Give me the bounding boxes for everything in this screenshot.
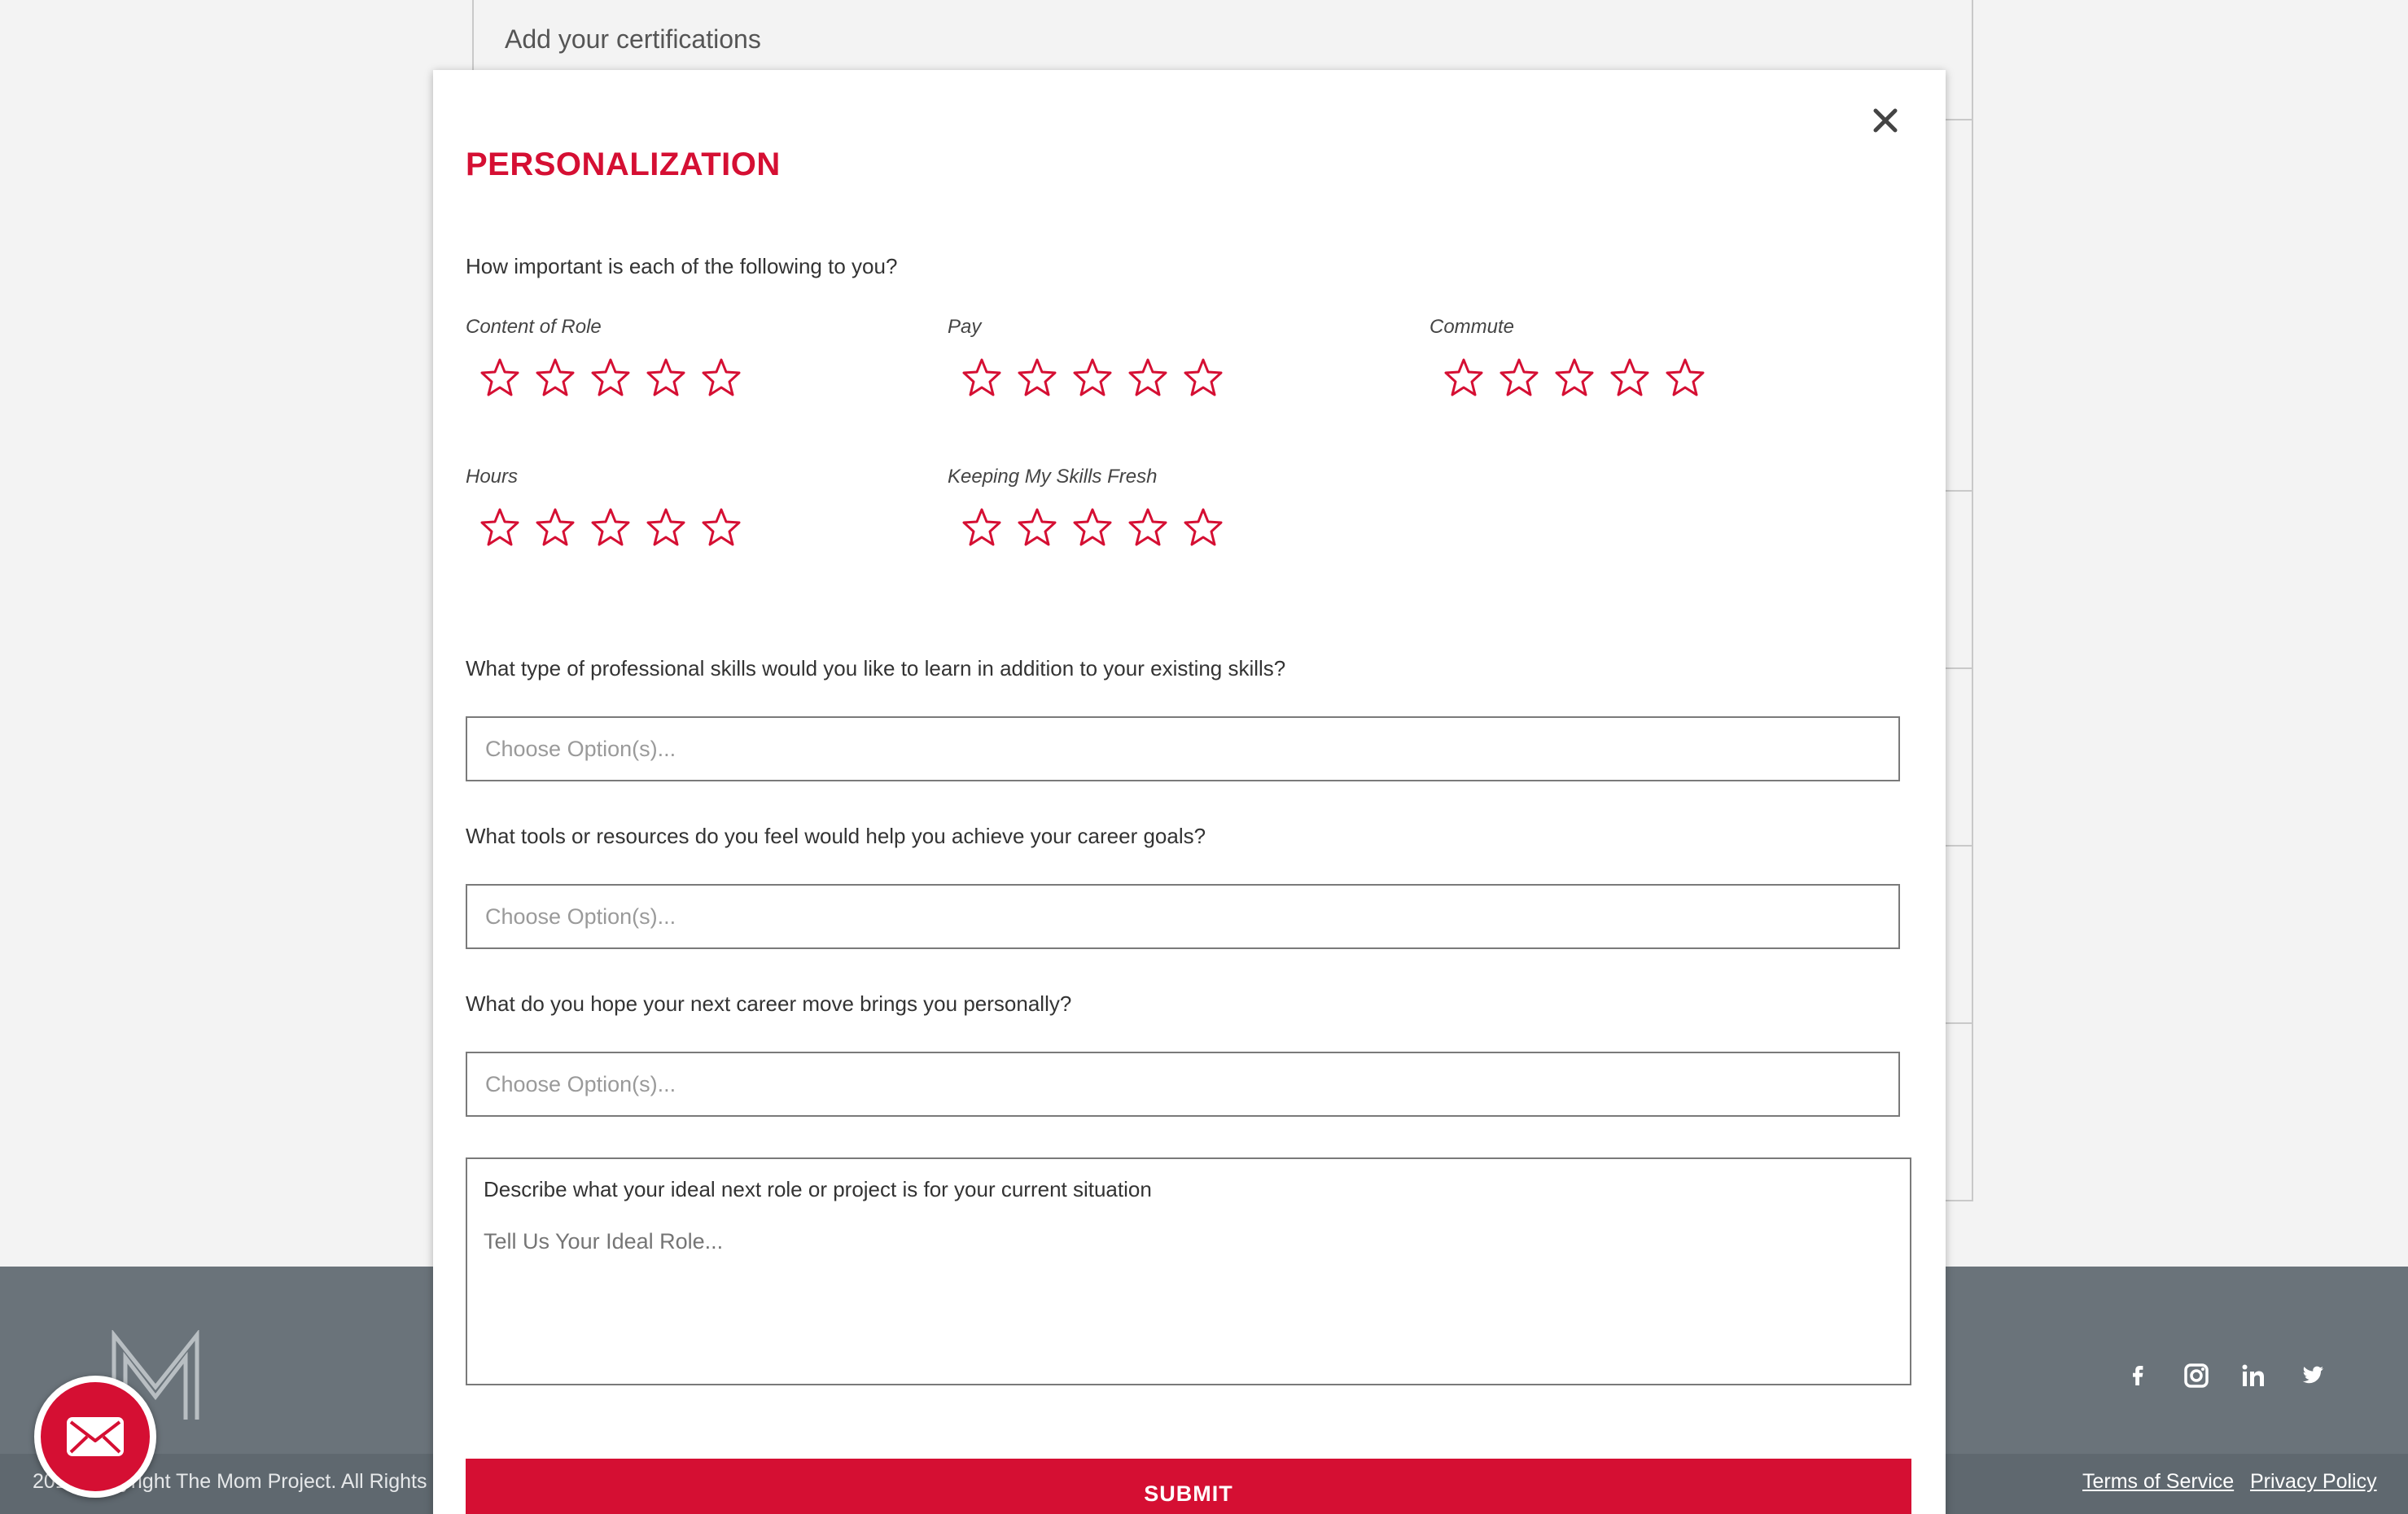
privacy-policy-link[interactable]: Privacy Policy: [2250, 1470, 2377, 1494]
skills-question: What type of professional skills would y…: [466, 656, 1286, 680]
importance-question: How important is each of the following t…: [466, 254, 898, 278]
personal-select-placeholder: Choose Option(s)...: [485, 1071, 676, 1096]
ideal-role-textarea[interactable]: [484, 1229, 1867, 1359]
star-icon[interactable]: [1016, 357, 1058, 399]
personal-question: What do you hope your next career move b…: [466, 991, 1072, 1016]
star-icon[interactable]: [1498, 357, 1540, 399]
star-icon[interactable]: [645, 357, 687, 399]
star-icon[interactable]: [1609, 357, 1651, 399]
twitter-icon[interactable]: [2296, 1359, 2328, 1392]
rating-label-commute: Commute: [1429, 316, 1515, 338]
star-icon[interactable]: [645, 506, 687, 549]
star-icon[interactable]: [1182, 506, 1224, 549]
modal-title: PERSONALIZATION: [466, 147, 781, 182]
star-icon[interactable]: [1443, 357, 1485, 399]
tools-select-placeholder: Choose Option(s)...: [485, 904, 676, 929]
star-rating-keeping-skills-fresh: [961, 506, 1224, 549]
star-icon[interactable]: [961, 357, 1003, 399]
linkedin-icon[interactable]: [2237, 1359, 2270, 1392]
star-icon[interactable]: [479, 506, 521, 549]
instagram-icon[interactable]: [2180, 1359, 2213, 1392]
star-icon[interactable]: [479, 357, 521, 399]
contact-mail-button[interactable]: [34, 1376, 156, 1498]
star-icon[interactable]: [1182, 357, 1224, 399]
personalization-modal: PERSONALIZATION How important is each of…: [433, 70, 1946, 1514]
star-icon[interactable]: [1071, 506, 1114, 549]
star-icon[interactable]: [1127, 357, 1169, 399]
star-icon[interactable]: [589, 506, 632, 549]
star-rating-content-of-role: [479, 357, 742, 399]
star-icon[interactable]: [1016, 506, 1058, 549]
star-icon[interactable]: [700, 357, 742, 399]
submit-button[interactable]: SUBMIT: [466, 1459, 1911, 1514]
star-icon[interactable]: [589, 357, 632, 399]
skills-select-placeholder: Choose Option(s)...: [485, 736, 676, 761]
close-icon[interactable]: [1871, 106, 1900, 135]
star-icon[interactable]: [534, 506, 576, 549]
star-icon[interactable]: [1553, 357, 1596, 399]
tools-select[interactable]: Choose Option(s)...: [466, 884, 1900, 949]
skills-select[interactable]: Choose Option(s)...: [466, 716, 1900, 781]
tools-question: What tools or resources do you feel woul…: [466, 824, 1206, 848]
star-icon[interactable]: [1071, 357, 1114, 399]
star-rating-pay: [961, 357, 1224, 399]
add-certifications-label[interactable]: Add your certifications: [505, 24, 761, 55]
star-icon[interactable]: [700, 506, 742, 549]
ideal-role-label: Describe what your ideal next role or pr…: [484, 1177, 1152, 1201]
personal-select[interactable]: Choose Option(s)...: [466, 1052, 1900, 1117]
rating-label-content-of-role: Content of Role: [466, 316, 602, 338]
ideal-role-field: Describe what your ideal next role or pr…: [466, 1157, 1911, 1385]
rating-label-pay: Pay: [948, 316, 982, 338]
star-icon[interactable]: [961, 506, 1003, 549]
terms-of-service-link[interactable]: Terms of Service: [2082, 1470, 2234, 1494]
rating-label-hours: Hours: [466, 466, 519, 488]
rating-label-keeping-skills-fresh: Keeping My Skills Fresh: [948, 466, 1158, 488]
star-rating-commute: [1443, 357, 1706, 399]
star-rating-hours: [479, 506, 742, 549]
star-icon[interactable]: [534, 357, 576, 399]
facebook-icon[interactable]: [2121, 1359, 2154, 1392]
star-icon[interactable]: [1127, 506, 1169, 549]
star-icon[interactable]: [1664, 357, 1706, 399]
mail-icon: [67, 1417, 124, 1456]
